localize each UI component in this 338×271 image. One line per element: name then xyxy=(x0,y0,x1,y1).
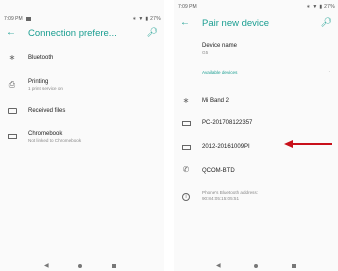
laptop-icon xyxy=(180,119,192,128)
nav-back-icon[interactable]: ◀ xyxy=(44,262,49,269)
page-title: Pair new device xyxy=(202,18,270,29)
nav-home-icon[interactable] xyxy=(254,264,258,268)
nav-recents-icon[interactable] xyxy=(112,264,116,268)
nav-home-icon[interactable] xyxy=(78,264,82,268)
device-row-mi-band[interactable]: ∗ Mi Band 2 xyxy=(174,93,338,109)
loading-indicator-icon: · xyxy=(328,69,330,75)
info-icon: i xyxy=(180,191,192,201)
device-name-value: G5 xyxy=(202,50,209,55)
status-bar: 7:09 PM ∗ ▼ ▮ 27% xyxy=(174,2,338,13)
status-icons: ∗ ▼ ▮ 27% xyxy=(132,16,161,22)
notification-icon xyxy=(25,16,31,21)
folder-icon xyxy=(6,107,18,116)
bluetooth-address-note: i Phone's Bluetooth address: 90:84:05:15… xyxy=(174,188,338,208)
app-bar: ← Pair new device 🔎︎ xyxy=(174,16,338,32)
status-time: 7:09 PM xyxy=(178,4,197,10)
list-item-subtitle: Not linked to Chromebook xyxy=(28,138,82,143)
nav-back-icon[interactable]: ◀ xyxy=(216,262,221,269)
list-item-label: Chromebook xyxy=(28,131,63,137)
phone-icon: ✆ xyxy=(182,165,190,174)
list-item-label: Bluetooth xyxy=(28,55,54,61)
search-icon[interactable]: 🔎︎ xyxy=(147,27,158,38)
system-nav-bar: ◀ xyxy=(174,261,338,271)
address-note-line1: Phone's Bluetooth address: xyxy=(202,190,259,195)
list-item-subtitle: 1 print service on xyxy=(28,86,63,91)
app-bar: ← Connection prefere... 🔎︎ xyxy=(0,26,164,42)
list-item-printing[interactable]: ⎙ Printing 1 print service on xyxy=(0,75,164,95)
pair-new-device-screen: 7:09 PM ∗ ▼ ▮ 27% ← Pair new device 🔎︎ D… xyxy=(174,0,338,271)
bluetooth-icon: ∗ xyxy=(8,53,16,62)
address-note-line2: 90:84:05:15:05:51 xyxy=(202,196,240,201)
status-bar: 7:09 PM ∗ ▼ ▮ 27% xyxy=(0,14,164,25)
back-arrow-icon[interactable]: ← xyxy=(180,17,190,28)
device-name: PC-201708122357 xyxy=(202,120,253,126)
device-name: QCOM-BTD xyxy=(202,168,235,174)
connection-preferences-screen: 7:09 PM ∗ ▼ ▮ 27% ← Connection prefere..… xyxy=(0,0,164,271)
device-name-label: Device name xyxy=(202,43,238,49)
list-item-chromebook[interactable]: Chromebook Not linked to Chromebook xyxy=(0,127,164,147)
status-icons: ∗ ▼ ▮ 27% xyxy=(306,4,335,10)
device-row-pc[interactable]: PC-201708122357 xyxy=(174,115,338,131)
search-icon[interactable]: 🔎︎ xyxy=(321,17,332,28)
back-arrow-icon[interactable]: ← xyxy=(6,27,16,38)
laptop-icon xyxy=(180,143,192,152)
device-row-qcom[interactable]: ✆ QCOM-BTD xyxy=(174,163,338,179)
printer-icon: ⎙ xyxy=(8,80,16,89)
device-name: 2012-20161009PI xyxy=(202,144,250,150)
chromebook-icon xyxy=(6,132,18,141)
device-name-setting[interactable]: Device name G5 xyxy=(174,40,338,62)
list-item-label: Printing xyxy=(28,79,49,85)
annotation-arrow-icon xyxy=(284,140,332,148)
nav-recents-icon[interactable] xyxy=(292,264,296,268)
device-name: Mi Band 2 xyxy=(202,98,230,104)
bluetooth-icon: ∗ xyxy=(182,96,190,105)
available-devices-header: Available devices · xyxy=(174,68,338,78)
list-item-label: Received files xyxy=(28,108,66,114)
system-nav-bar: ◀ xyxy=(0,261,164,271)
status-time: 7:09 PM xyxy=(4,16,31,22)
page-title: Connection prefere... xyxy=(28,28,117,39)
list-item-bluetooth[interactable]: ∗ Bluetooth xyxy=(0,50,164,66)
available-devices-label: Available devices xyxy=(202,70,238,75)
list-item-received-files[interactable]: Received files xyxy=(0,103,164,119)
